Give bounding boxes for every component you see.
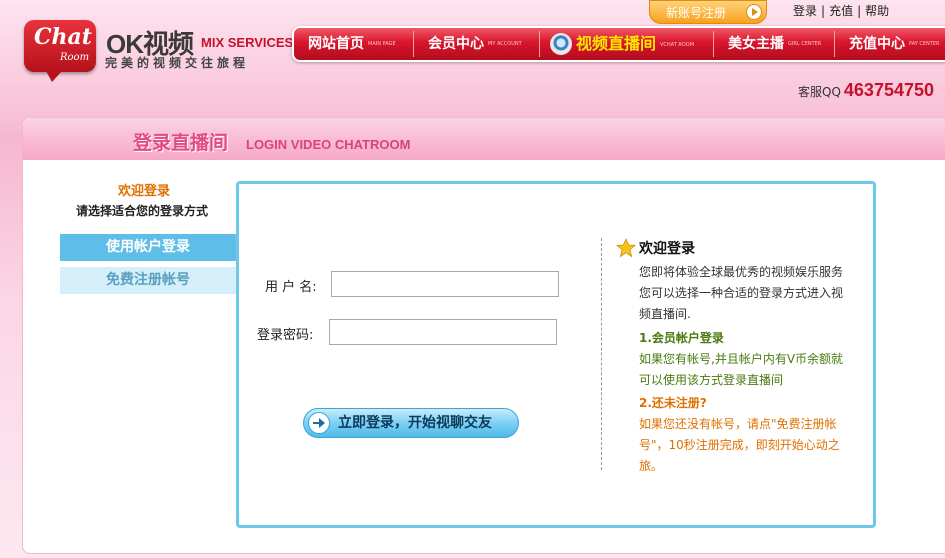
register-label: 新账号注册 [666, 6, 727, 20]
section2-body: 如果您还没有帐号，请点"免费注册帐号"，10秒注册完成，即刻开始心动之旅。 [639, 417, 840, 473]
username-label: 用 户 名: [265, 280, 317, 295]
choose-method-text: 请选择适合您的登录方式 [76, 204, 209, 218]
nav-home[interactable]: 网站首页 MAIN PAGE [308, 28, 402, 60]
nav-video-label: 视频直播间 [576, 34, 657, 53]
password-label: 登录密码: [257, 328, 314, 343]
section2-heading: 2.还未注册? [639, 396, 707, 410]
nav-divider [834, 31, 835, 57]
register-new-account-button[interactable]: 新账号注册 [649, 0, 767, 24]
nav-home-label: 网站首页 [308, 36, 364, 52]
dashed-divider [601, 238, 602, 470]
login-panel: 登录直播间 LOGIN VIDEO CHATROOM 欢迎登录 请选择适合您的登… [22, 117, 945, 554]
nav-member-label: 会员中心 [428, 36, 484, 52]
info-body: 您即将体验全球最优秀的视频娱乐服务 您可以选择一种合适的登录方式进入视频直播间. [639, 265, 844, 321]
brand-en: MIX SERVICES [201, 35, 294, 50]
star-icon [616, 238, 636, 258]
nav-divider [413, 31, 414, 57]
username-input[interactable] [331, 271, 559, 297]
password-input[interactable] [329, 319, 557, 345]
separator: | [821, 4, 826, 18]
nav-home-sub: MAIN PAGE [368, 41, 396, 47]
arrow-right-icon [308, 412, 330, 434]
nav-pay-center[interactable]: 充值中心 PAY CENTER [849, 28, 943, 60]
main-nav: 网站首页 MAIN PAGE 会员中心 MY ACCOUNT 视频直播间 VCHAT … [292, 26, 945, 62]
section1-heading: 1.会员帐户登录 [639, 331, 724, 345]
nav-girl-label: 美女主播 [728, 36, 784, 52]
qq-number[interactable]: 463754750 [844, 80, 934, 100]
nav-member-sub: MY ACCOUNT [488, 41, 522, 47]
nav-girl-center[interactable]: 美女主播 GIRL CENTER [728, 28, 822, 60]
brand-slogan: 完美的视频交往旅程 [105, 56, 250, 70]
play-arrow-icon [746, 4, 762, 20]
qq-label: 客服QQ [798, 85, 841, 99]
login-submit-button[interactable]: 立即登录，开始视聊交友 [303, 408, 519, 438]
nav-member-center[interactable]: 会员中心 MY ACCOUNT [428, 28, 522, 60]
nav-divider [539, 31, 540, 57]
nav-video-sub: VCHAT ROOM [660, 41, 695, 48]
logo-room-text: Room [60, 52, 90, 63]
login-form-box: 用 户 名: 登录密码: 立即登录，开始视聊交友 欢迎登录 您即将体验全球最优秀… [236, 181, 876, 528]
nav-girl-sub: GIRL CENTER [788, 41, 822, 47]
tab-free-register[interactable]: 免费注册帐号 [60, 267, 236, 294]
nav-divider [713, 31, 714, 57]
top-links: 登录 | 充值 | 帮助 [793, 2, 889, 19]
webcam-icon [550, 32, 572, 55]
submit-label: 立即登录，开始视聊交友 [338, 415, 492, 431]
chat-room-logo[interactable]: Chat Room [24, 20, 96, 82]
nav-pay-sub: PAY CENTER [909, 41, 940, 47]
info-title: 欢迎登录 [639, 241, 695, 257]
section1-body: 如果您有帐号,并且帐户内有V币余额就可以使用该方式登录直播间 [639, 352, 844, 387]
panel-header: 登录直播间 LOGIN VIDEO CHATROOM [23, 118, 945, 160]
nav-video-room[interactable]: 视频直播间 VCHAT ROOM [550, 28, 694, 60]
recharge-link[interactable]: 充值 [829, 4, 853, 18]
panel-title-cn: 登录直播间 [133, 132, 229, 154]
help-link[interactable]: 帮助 [865, 4, 889, 18]
nav-pay-label: 充值中心 [849, 36, 905, 52]
logo-chat-text: Chat [34, 24, 92, 50]
separator: | [857, 4, 862, 18]
panel-title-en: LOGIN VIDEO CHATROOM [246, 137, 411, 152]
customer-service-qq: 客服QQ 463754750 [798, 80, 934, 101]
tab-account-login[interactable]: 使用帐户登录 [60, 234, 236, 261]
login-link[interactable]: 登录 [793, 4, 817, 18]
